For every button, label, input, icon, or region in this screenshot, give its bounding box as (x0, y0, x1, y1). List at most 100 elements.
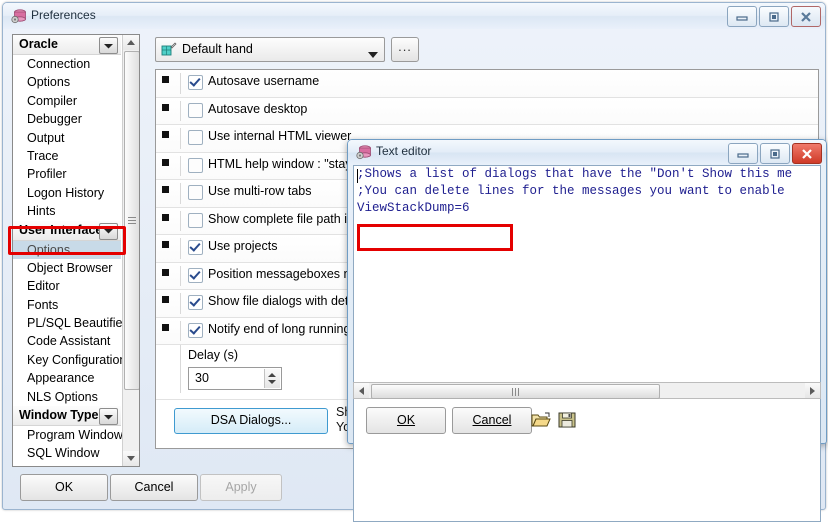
divider (180, 265, 181, 286)
grip-icon (128, 217, 136, 224)
row-marker-icon (162, 323, 169, 331)
scroll-down-icon[interactable] (123, 451, 139, 466)
sidebar-item-plsql-beautifier[interactable]: PL/SQL Beautifier (13, 314, 127, 332)
hscrollbar-thumb[interactable] (371, 384, 660, 399)
maximize-button[interactable] (760, 143, 790, 164)
cancel-label: Cancel (472, 413, 512, 427)
sidebar-item-compiler[interactable]: Compiler (13, 92, 121, 110)
floppy-save-icon[interactable] (558, 411, 578, 431)
preset-combo[interactable]: Default hand (155, 37, 385, 62)
row-marker-icon (162, 158, 169, 166)
text-editor-window: Text editor ;Shows a list of dialogs tha… (347, 139, 827, 522)
dsa-dialogs-button[interactable]: DSA Dialogs... (174, 408, 328, 434)
minimize-button[interactable] (727, 6, 757, 27)
apply-button[interactable]: Apply (200, 474, 282, 501)
database-preferences-icon (11, 8, 27, 24)
option-row-autosave-username[interactable]: Autosave username (156, 70, 818, 98)
checkbox-position-messageboxes[interactable] (188, 267, 203, 283)
divider (180, 100, 181, 121)
divider (180, 128, 181, 149)
divider (180, 183, 181, 204)
option-row-autosave-desktop[interactable]: Autosave desktop (156, 97, 818, 125)
checkbox-file-dialogs-details[interactable] (188, 295, 203, 310)
sidebar-item-debugger[interactable]: Debugger (13, 110, 121, 128)
chevron-down-icon[interactable] (99, 37, 118, 54)
text-editor-cancel-button[interactable]: Cancel (452, 407, 532, 434)
hand-preset-icon (161, 41, 177, 57)
scroll-up-icon[interactable] (123, 35, 139, 50)
sidebar-item-editor[interactable]: Editor (13, 277, 121, 295)
sidebar-item-program-window[interactable]: Program Window (13, 426, 123, 444)
checkbox-autosave-username[interactable] (188, 75, 203, 90)
preset-toolbar: Default hand ... (155, 37, 817, 62)
chevron-down-icon[interactable] (99, 408, 118, 426)
chevron-down-icon[interactable] (368, 47, 378, 61)
sidebar-scrollbar[interactable] (122, 35, 139, 466)
row-marker-icon (162, 131, 169, 138)
divider (180, 155, 181, 176)
option-label: Use multi-row tabs (208, 184, 312, 198)
editor-line-2: ;You can delete lines for the messages y… (357, 184, 785, 198)
editor-line-1: ;Shows a list of dialogs that have the "… (357, 167, 793, 181)
sidebar-item-fonts[interactable]: Fonts (13, 296, 121, 314)
sidebar-item-ui-options[interactable]: Options (13, 240, 121, 259)
category-list: Oracle Connection Options Compiler Debug… (13, 35, 127, 466)
scroll-left-icon[interactable] (354, 383, 369, 398)
sidebar-group-user-interface[interactable]: User Interface (13, 220, 121, 241)
sidebar-item-logon-history[interactable]: Logon History (13, 184, 121, 202)
cancel-button[interactable]: Cancel (110, 474, 198, 501)
close-button[interactable] (791, 6, 821, 27)
delay-input[interactable]: 30 (188, 367, 282, 390)
row-marker-icon (162, 76, 169, 83)
checkbox-internal-html-viewer[interactable] (188, 130, 203, 145)
option-label: Use internal HTML viewer (208, 129, 352, 143)
checkbox-html-help-stay-on-top[interactable] (188, 157, 203, 173)
checkbox-notify-long-running[interactable] (188, 322, 203, 338)
sidebar-scrollbar-thumb[interactable] (124, 51, 139, 390)
sidebar-item-oracle-options[interactable]: Options (13, 73, 121, 91)
sidebar-item-object-browser[interactable]: Object Browser (13, 259, 121, 277)
ok-button[interactable]: OK (20, 474, 108, 501)
checkbox-use-projects[interactable] (188, 240, 203, 255)
text-editor-window-controls (728, 143, 822, 164)
maximize-button[interactable] (759, 6, 789, 27)
sidebar-group-label: User Interface (19, 222, 103, 237)
preferences-category-sidebar[interactable]: Oracle Connection Options Compiler Debug… (12, 34, 140, 467)
sidebar-item-profiler[interactable]: Profiler (13, 165, 121, 183)
sidebar-item-code-assistant[interactable]: Code Assistant (13, 332, 121, 350)
sidebar-item-key-configuration[interactable]: Key Configuration (13, 351, 126, 369)
sidebar-item-trace[interactable]: Trace (13, 147, 121, 165)
preset-more-button[interactable]: ... (391, 37, 419, 62)
preset-combo-value: Default hand (182, 42, 253, 56)
checkbox-autosave-desktop[interactable] (188, 102, 203, 118)
checkbox-complete-file-path[interactable] (188, 212, 203, 228)
text-editor-titlebar[interactable]: Text editor (348, 140, 826, 165)
chevron-down-icon[interactable] (99, 222, 118, 240)
stepper-down-icon[interactable] (268, 380, 276, 384)
stepper-up-icon[interactable] (268, 373, 276, 377)
preferences-titlebar[interactable]: Preferences (3, 3, 825, 29)
folder-open-icon[interactable] (531, 411, 551, 431)
database-preferences-icon (356, 144, 372, 160)
sidebar-group-oracle[interactable]: Oracle (13, 35, 121, 55)
divider (180, 210, 181, 231)
sidebar-item-sql-window[interactable]: SQL Window (13, 444, 121, 462)
text-editor-ok-button[interactable]: OK (366, 407, 446, 434)
divider (180, 293, 181, 314)
sidebar-item-connection[interactable]: Connection (13, 55, 121, 73)
divider (180, 320, 181, 341)
checkbox-multi-row-tabs[interactable] (188, 185, 203, 200)
scroll-right-icon[interactable] (805, 383, 820, 398)
sidebar-item-test-window[interactable]: Test Window (13, 463, 121, 466)
close-button[interactable] (792, 143, 822, 164)
delay-stepper[interactable] (264, 369, 280, 388)
text-editor-textarea[interactable]: ;Shows a list of dialogs that have the "… (353, 165, 821, 522)
text-editor-horizontal-scrollbar[interactable] (353, 382, 821, 399)
sidebar-group-window-types[interactable]: Window Types (13, 406, 121, 427)
sidebar-item-output[interactable]: Output (13, 129, 121, 147)
minimize-button[interactable] (728, 143, 758, 164)
divider (180, 238, 181, 259)
sidebar-item-appearance[interactable]: Appearance (13, 369, 121, 387)
sidebar-item-hints[interactable]: Hints (13, 202, 121, 220)
sidebar-item-nls-options[interactable]: NLS Options (13, 388, 121, 406)
